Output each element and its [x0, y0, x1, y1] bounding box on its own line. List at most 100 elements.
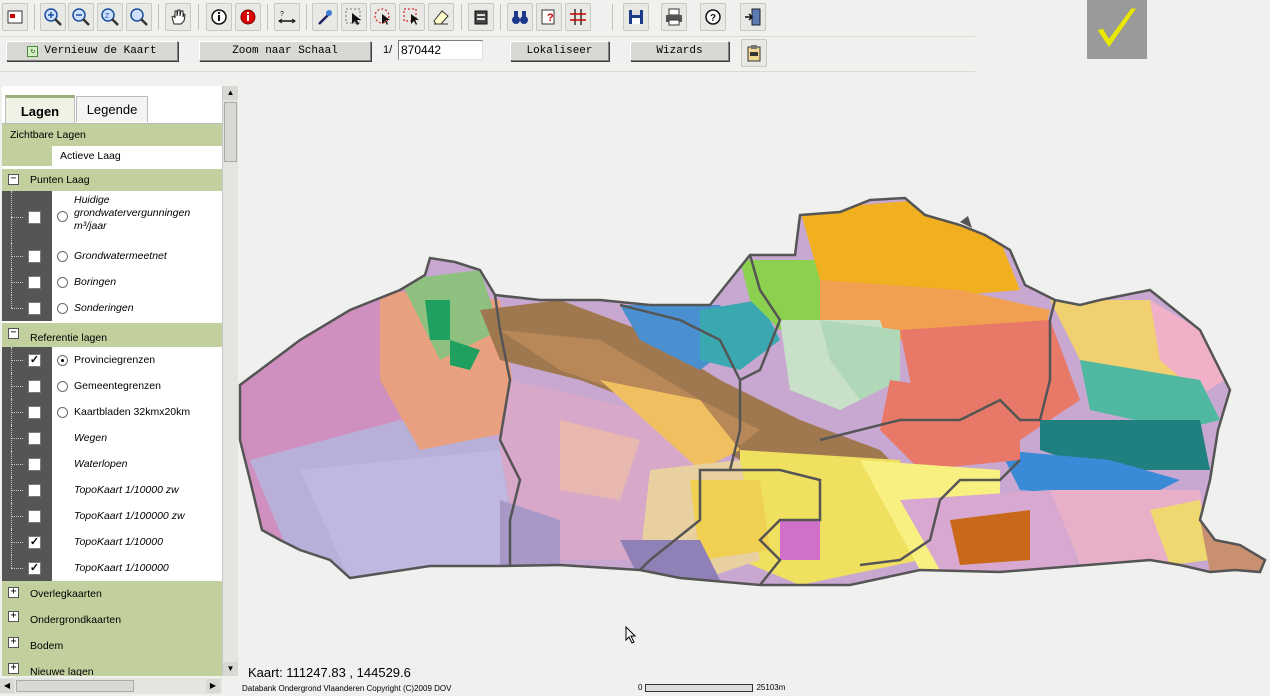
scale-input[interactable]: 870442 [398, 40, 483, 60]
measure-icon[interactable]: ? [274, 3, 300, 31]
group-points[interactable]: − Punten Laag [2, 169, 222, 191]
tab-legende[interactable]: Legende [76, 96, 148, 122]
layer-visible-checkbox[interactable] [28, 406, 41, 419]
group-reference[interactable]: − Referentie lagen [2, 323, 222, 347]
tab-lagen[interactable]: Lagen [5, 95, 75, 124]
svg-text:?: ? [280, 11, 284, 18]
layer-row: ✓ TopoKaart 1/100000 [2, 555, 222, 581]
map-canvas[interactable] [238, 86, 1270, 682]
expand-icon[interactable]: + [8, 637, 19, 648]
layers-stack-icon[interactable] [468, 3, 494, 31]
layer-visible-checkbox[interactable] [28, 458, 41, 471]
scroll-thumb[interactable] [16, 680, 134, 692]
layer-visible-checkbox[interactable]: ✓ [28, 354, 41, 367]
collapse-icon[interactable]: − [8, 174, 19, 185]
refresh-icon: ↻ [27, 45, 39, 57]
panel-horizontal-scrollbar[interactable]: ◀ ▶ [0, 678, 222, 694]
layer-row: Huidige grondwatervergunningen m³/jaar [2, 191, 222, 243]
select-circle-icon[interactable] [370, 3, 396, 31]
scalebar-start: 0 [638, 683, 643, 692]
app-window: Z ? ? ? ↻ Vernieuw de Kaart Zoom naar Sc… [0, 0, 1270, 696]
group-overlegkaarten[interactable]: + Overlegkaarten [2, 581, 222, 607]
layer-visible-checkbox[interactable] [28, 510, 41, 523]
clipboard-icon[interactable] [741, 39, 767, 67]
expand-icon[interactable]: + [8, 611, 19, 622]
zoom-full-icon[interactable]: Z [97, 3, 123, 31]
layer-visible-checkbox[interactable] [28, 380, 41, 393]
pan-hand-icon[interactable] [165, 3, 191, 31]
binoculars-icon[interactable] [507, 3, 533, 31]
info-icon[interactable] [206, 3, 232, 31]
svg-text:?: ? [547, 12, 554, 24]
scale-prefix: 1/ [383, 44, 393, 56]
layer-row: TopoKaart 1/10000 zw [2, 477, 222, 503]
scroll-right-icon[interactable]: ▶ [206, 679, 220, 693]
layer-panel: Lagen Legende Zichtbare Lagen Actieve La… [2, 86, 222, 676]
panel-tabs: Lagen Legende [2, 86, 222, 124]
zoom-selection-icon[interactable] [126, 3, 152, 31]
active-layer-radio[interactable] [57, 251, 68, 262]
scroll-left-icon[interactable]: ◀ [0, 679, 14, 693]
save-icon[interactable] [623, 3, 649, 31]
scroll-up-icon[interactable]: ▲ [223, 86, 238, 100]
active-layer-radio[interactable] [57, 277, 68, 288]
active-layer-row: Actieve Laag [2, 146, 222, 166]
map-window-icon[interactable] [2, 3, 28, 31]
scroll-thumb[interactable] [224, 102, 237, 162]
help-icon[interactable]: ? [700, 3, 726, 31]
layer-visible-checkbox[interactable] [28, 432, 41, 445]
zoom-in-icon[interactable] [40, 3, 66, 31]
layer-visible-checkbox[interactable]: ✓ [28, 536, 41, 549]
active-layer-radio[interactable] [57, 381, 68, 392]
active-layer-radio[interactable] [57, 407, 68, 418]
scalebar-bar [645, 683, 754, 692]
coordinate-readout: Kaart: 111247.83 , 144529.6 [248, 665, 411, 680]
expand-icon[interactable]: + [8, 663, 19, 674]
mouse-cursor-icon [625, 625, 637, 644]
scroll-down-icon[interactable]: ▼ [223, 662, 238, 676]
layer-row: Sonderingen [2, 295, 222, 321]
layer-visible-checkbox[interactable]: ✓ [28, 562, 41, 575]
group-bodem[interactable]: + Bodem [2, 633, 222, 659]
active-layer-radio[interactable] [57, 303, 68, 314]
geology-map [238, 196, 1267, 587]
refresh-map-button[interactable]: ↻ Vernieuw de Kaart [6, 41, 178, 61]
eraser-icon[interactable] [428, 3, 454, 31]
layer-row: ✓ TopoKaart 1/10000 [2, 529, 222, 555]
print-icon[interactable] [661, 3, 687, 31]
group-ondergrondkaarten[interactable]: + Ondergrondkaarten [2, 607, 222, 633]
zoom-out-icon[interactable] [68, 3, 94, 31]
expand-icon[interactable]: + [8, 587, 19, 598]
logo-check-icon [1087, 0, 1147, 59]
collapse-icon[interactable]: − [8, 328, 19, 339]
locate-button[interactable]: Lokaliseer [510, 41, 609, 61]
scalebar-end: 25103m [756, 683, 786, 692]
layer-row: ✓ Provinciegrenzen [2, 347, 222, 373]
panel-vertical-scrollbar[interactable]: ▲ ▼ [222, 86, 238, 676]
copyright-text: Databank Ondergrond Vlaanderen Copyright… [242, 684, 452, 693]
layer-visible-checkbox[interactable] [28, 276, 41, 289]
layer-visible-checkbox[interactable] [28, 250, 41, 263]
query-icon[interactable]: ? [536, 3, 562, 31]
grid-icon[interactable] [565, 3, 591, 31]
select-wand-icon[interactable] [312, 3, 338, 31]
svg-text:?: ? [710, 13, 716, 24]
select-arrow-icon[interactable] [341, 3, 367, 31]
info-red-icon[interactable] [235, 3, 261, 31]
layer-row: Grondwatermeetnet [2, 243, 222, 269]
select-rect-icon[interactable] [399, 3, 425, 31]
visible-layers-header: Zichtbare Lagen [2, 124, 222, 146]
group-nieuwe-lagen[interactable]: + Nieuwe lagen [2, 659, 222, 676]
toolbar: Z ? ? ? [0, 0, 975, 35]
active-layer-radio[interactable] [57, 355, 68, 366]
wizards-button[interactable]: Wizards [630, 41, 729, 61]
exit-icon[interactable] [740, 3, 766, 31]
layer-visible-checkbox[interactable] [28, 211, 41, 224]
layer-list: Zichtbare Lagen Actieve Laag − Punten La… [2, 124, 222, 676]
layer-row: TopoKaart 1/100000 zw [2, 503, 222, 529]
zoom-to-scale-button[interactable]: Zoom naar Schaal [199, 41, 371, 61]
active-layer-radio[interactable] [57, 211, 68, 222]
layer-row: Waterlopen [2, 451, 222, 477]
layer-visible-checkbox[interactable] [28, 302, 41, 315]
layer-visible-checkbox[interactable] [28, 484, 41, 497]
